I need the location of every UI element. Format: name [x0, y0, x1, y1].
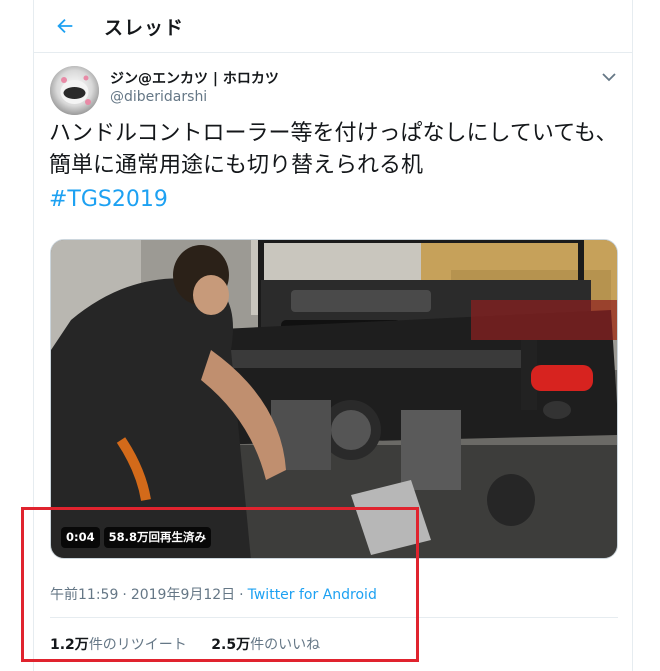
separator-dot: · — [239, 587, 244, 603]
back-button[interactable] — [50, 11, 80, 41]
tweet-menu-button[interactable] — [598, 68, 620, 86]
retweets-label: 件のリツイート — [88, 637, 187, 653]
separator-dot: · — [122, 587, 127, 603]
arrow-left-icon — [57, 18, 73, 34]
tweet-video[interactable]: 0:04 58.8万回再生済み — [50, 239, 618, 559]
retweets-stat[interactable]: 1.2万件のリツイート — [50, 637, 187, 653]
hashtag-link[interactable]: #TGS2019 — [49, 184, 168, 216]
header-bar: スレッド — [34, 0, 632, 53]
page-title: スレッド — [104, 17, 185, 39]
likes-stat[interactable]: 2.5万件のいいね — [211, 637, 320, 653]
video-duration: 0:04 — [61, 527, 100, 548]
video-view-count: 58.8万回再生済み — [103, 527, 211, 548]
tweet-source-link[interactable]: Twitter for Android — [248, 587, 377, 603]
divider — [50, 617, 618, 618]
tweet-time[interactable]: 午前11:59 — [50, 587, 118, 603]
author-display-name[interactable]: ジン@エンカツ | ホロカツ — [110, 68, 279, 88]
video-badges: 0:04 58.8万回再生済み — [61, 527, 211, 548]
likes-label: 件のいいね — [250, 637, 321, 653]
tweet-stats: 1.2万件のリツイート 2.5万件のいいね — [50, 634, 340, 654]
tweet-column: スレッド ジン@エンカツ | ホロカツ @diberidarshi ハンドルコン… — [33, 0, 633, 671]
retweets-count: 1.2万 — [50, 637, 89, 653]
tweet-text: ハンドルコントローラー等を付けっぱなしにしていても、簡単に通常用途にも切り替えら… — [49, 121, 618, 178]
chevron-down-icon — [602, 72, 616, 81]
avatar[interactable] — [50, 66, 99, 115]
tweet-timestamp: 午前11:59 · 2019年9月12日 · Twitter for Android — [50, 584, 377, 604]
author-handle[interactable]: @diberidarshi — [110, 89, 207, 105]
likes-count: 2.5万 — [211, 637, 251, 653]
tweet-date[interactable]: 2019年9月12日 — [131, 587, 235, 603]
video-thumbnail — [51, 240, 617, 558]
